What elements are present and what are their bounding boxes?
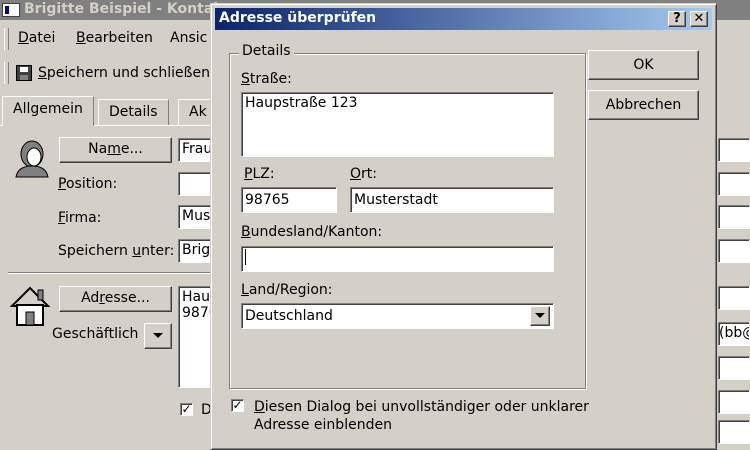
toolbar-grip[interactable] [4, 28, 9, 50]
menu-bearbeiten[interactable]: Bearbeiten [76, 30, 153, 46]
state-label: Bundesland/Kanton: [241, 224, 383, 240]
country-label: Land/Region: [241, 282, 333, 298]
background-window-title: Brigitte Beispiel - Kontakt [24, 1, 230, 17]
dialog-title: Adresse überprüfen [219, 10, 377, 26]
email-field[interactable]: (bb@ [718, 322, 750, 346]
tab-allgemein[interactable]: Allgemein [2, 96, 94, 126]
position-label: Position: [58, 176, 118, 192]
menu-ansicht[interactable]: Ansic [170, 30, 207, 46]
menu-bar: Datei Bearbeiten Ansic [0, 24, 215, 54]
street-label: Straße: [241, 71, 292, 87]
right-field[interactable] [718, 172, 750, 196]
chevron-down-icon [153, 333, 163, 338]
show-dialog-label: Diesen Dialog bei unvollständiger oder u… [254, 399, 589, 433]
cancel-button[interactable]: Abbrechen [588, 90, 699, 120]
right-field[interactable] [718, 205, 750, 229]
tab-details[interactable]: Details [98, 99, 169, 125]
toolbar-grip[interactable] [4, 62, 9, 84]
help-button[interactable]: ? [668, 11, 686, 27]
country-dropdown-button[interactable] [530, 306, 550, 326]
city-field[interactable]: Musterstadt [350, 187, 554, 213]
address-button[interactable]: Adresse... [59, 286, 172, 312]
plz-label: PLZ: [244, 166, 275, 182]
show-dialog-checkbox[interactable]: ✓ [231, 399, 244, 412]
check-address-dialog: Adresse überprüfen ? ✕ Details Straße: H… [210, 3, 717, 450]
save-disk-icon [16, 65, 32, 81]
state-field[interactable] [241, 246, 554, 272]
firma-label: Firma: [58, 210, 102, 226]
text-cursor [245, 249, 246, 265]
right-field[interactable] [718, 138, 750, 162]
menu-datei[interactable]: Datei [18, 30, 55, 46]
right-field[interactable] [718, 356, 750, 380]
right-field[interactable] [718, 390, 750, 414]
save-as-label: Speichern unter: [58, 243, 175, 259]
contact-card-icon [2, 3, 20, 17]
right-field[interactable] [718, 239, 750, 263]
address-type-dropdown[interactable] [144, 323, 172, 349]
save-and-close-button[interactable]: Speichern und schließen [38, 65, 210, 81]
details-group-label: Details [239, 43, 294, 59]
name-button[interactable]: Name... [59, 137, 172, 163]
address-type-label: Geschäftlich [52, 326, 139, 342]
chevron-down-icon [535, 313, 545, 318]
street-field[interactable]: Haupstraße 123 [241, 92, 554, 157]
close-icon: ✕ [693, 11, 705, 26]
ok-button[interactable]: OK [588, 50, 699, 80]
close-button[interactable]: ✕ [690, 11, 708, 27]
ort-label: Ort: [350, 166, 377, 182]
section-separator [8, 272, 218, 274]
right-field[interactable] [718, 286, 750, 310]
right-field[interactable] [718, 420, 750, 444]
person-icon [15, 140, 49, 178]
country-select[interactable]: Deutschland [241, 303, 554, 329]
dialog-title-bar: Adresse überprüfen ? ✕ [215, 8, 712, 30]
mailing-address-checkbox[interactable]: ✓ [180, 403, 193, 416]
postal-code-field[interactable]: 98765 [241, 187, 337, 213]
house-icon [9, 286, 51, 326]
